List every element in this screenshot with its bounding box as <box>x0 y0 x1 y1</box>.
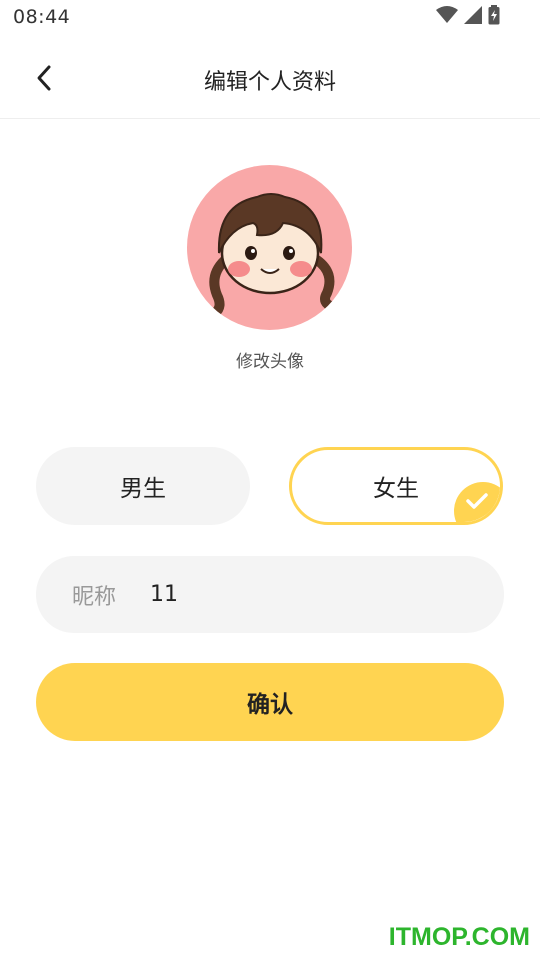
status-time: 08:44 <box>13 6 71 28</box>
top-bar: 编辑个人资料 <box>0 42 540 119</box>
avatar[interactable] <box>187 165 352 330</box>
page-title: 编辑个人资料 <box>203 70 336 95</box>
signal-icon <box>464 6 482 28</box>
battery-icon <box>488 5 500 29</box>
gender-option-female[interactable]: 女生 <box>289 447 503 525</box>
nickname-input[interactable] <box>150 582 450 607</box>
nickname-field: 昵称 <box>36 556 504 633</box>
avatar-illustration <box>209 193 338 318</box>
gender-female-label: 女生 <box>373 476 419 502</box>
gender-male-label: 男生 <box>120 476 166 502</box>
status-bar: 08:44 <box>0 0 540 34</box>
watermark-logo: ITMOP.COM <box>388 923 530 951</box>
confirm-button[interactable]: 确认 <box>36 663 504 741</box>
selected-check-badge <box>454 482 500 522</box>
change-avatar-link[interactable]: 修改头像 <box>0 347 540 372</box>
gender-option-male[interactable]: 男生 <box>36 447 250 525</box>
wifi-icon <box>436 6 458 28</box>
nickname-label: 昵称 <box>72 584 117 610</box>
status-icons <box>436 5 500 29</box>
